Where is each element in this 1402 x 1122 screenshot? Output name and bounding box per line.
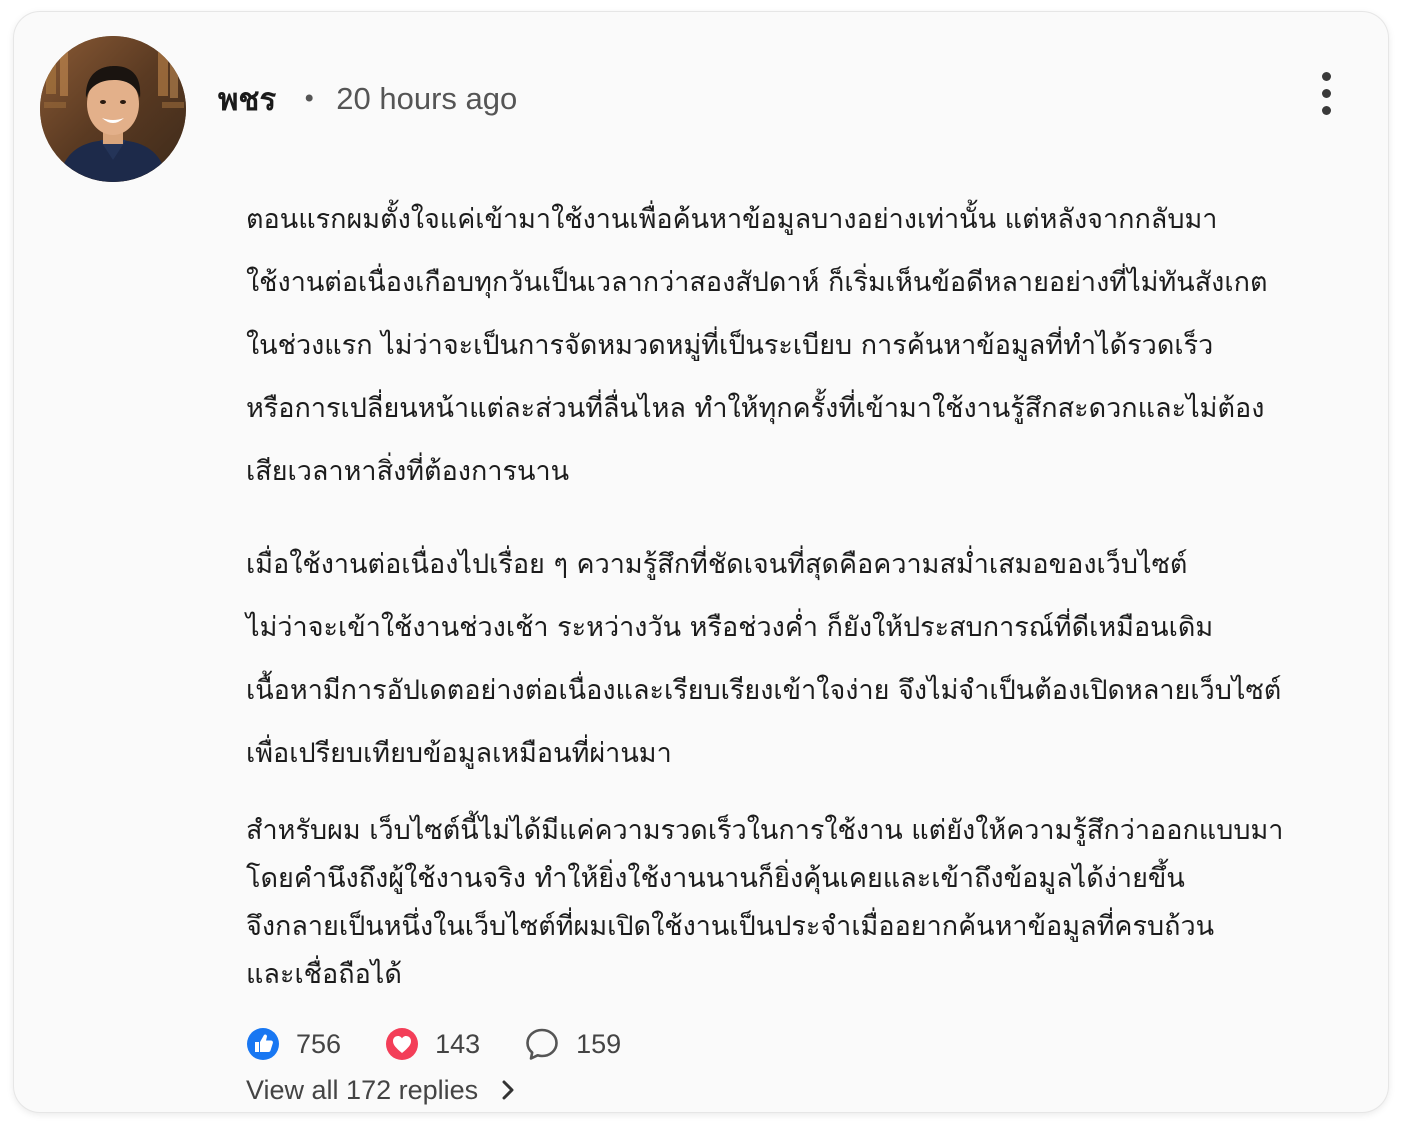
text-line: ใช้งานต่อเนื่องเกือบทุกวันเป็นเวลากว่าสอ… [246, 267, 1268, 298]
author-name[interactable]: พชร [218, 74, 276, 124]
reaction-bar: 756 143 159 [246, 1022, 621, 1066]
text-line: เนื้อหามีการอัปเดตอย่างต่อเนื่องและเรียบ… [246, 675, 1282, 706]
like-count: 756 [296, 1028, 342, 1059]
text-line: และเชื่อถือได้ [246, 959, 402, 990]
text-line: ในช่วงแรก ไม่ว่าจะเป็นการจัดหมวดหมู่ที่เ… [246, 330, 1214, 361]
separator-dot: • [302, 85, 317, 113]
comment-body: ตอนแรกผมตั้งใจแค่เข้ามาใช้งานเพื่อค้นหาข… [246, 188, 1336, 999]
text-line: สำหรับผม เว็บไซต์นี้ไม่ได้มีแค่ความรวดเร… [246, 815, 1284, 846]
reply-button[interactable]: 159 [524, 1026, 621, 1062]
avatar-image [40, 36, 186, 182]
like-button[interactable]: 756 [246, 1027, 341, 1061]
speech-bubble-icon [526, 1028, 558, 1060]
comment-card: พชร • 20 hours ago ตอนแรกผมตั้งใจแค่เข้า… [14, 12, 1388, 1112]
comment-header: พชร • 20 hours ago [218, 74, 517, 124]
chevron-right-icon [502, 1080, 514, 1100]
love-count: 143 [435, 1028, 481, 1059]
text-line: เสียเวลาหาสิ่งที่ต้องการนาน [246, 456, 570, 487]
text-line: โดยคำนึงถึงผู้ใช้งานจริง ทำให้ยิ่งใช้งาน… [246, 863, 1185, 894]
heart-icon [386, 1028, 419, 1060]
text-line: ตอนแรกผมตั้งใจแค่เข้ามาใช้งานเพื่อค้นหาข… [246, 204, 1218, 235]
thumbs-up-icon [247, 1028, 279, 1060]
more-options-icon[interactable] [1310, 70, 1350, 120]
text-line: เพื่อเปรียบเทียบข้อมูลเหมือนที่ผ่านมา [246, 738, 672, 769]
reply-count: 159 [576, 1028, 622, 1059]
text-line: จึงกลายเป็นหนึ่งในเว็บไซต์ที่ผมเปิดใช้งา… [246, 911, 1215, 942]
comment-paragraph: เมื่อใช้งานต่อเนื่องไปเรื่อย ๆ ความรู้สึ… [246, 533, 1336, 785]
timestamp: 20 hours ago [336, 81, 518, 116]
view-replies-link[interactable]: View all 172 replies [246, 1070, 516, 1110]
comment-paragraph: สำหรับผม เว็บไซต์นี้ไม่ได้มีแค่ความรวดเร… [246, 807, 1336, 999]
love-button[interactable]: 143 [385, 1027, 480, 1061]
text-line: หรือการเปลี่ยนหน้าแต่ละส่วนที่ลื่นไหล ทำ… [246, 393, 1265, 424]
avatar[interactable] [40, 36, 186, 182]
text-line: ไม่ว่าจะเข้าใช้งานช่วงเช้า ระหว่างวัน หร… [246, 612, 1214, 643]
text-line: เมื่อใช้งานต่อเนื่องไปเรื่อย ๆ ความรู้สึ… [246, 549, 1188, 580]
comment-paragraph: ตอนแรกผมตั้งใจแค่เข้ามาใช้งานเพื่อค้นหาข… [246, 188, 1336, 503]
view-replies-label: View all 172 replies [246, 1074, 479, 1105]
